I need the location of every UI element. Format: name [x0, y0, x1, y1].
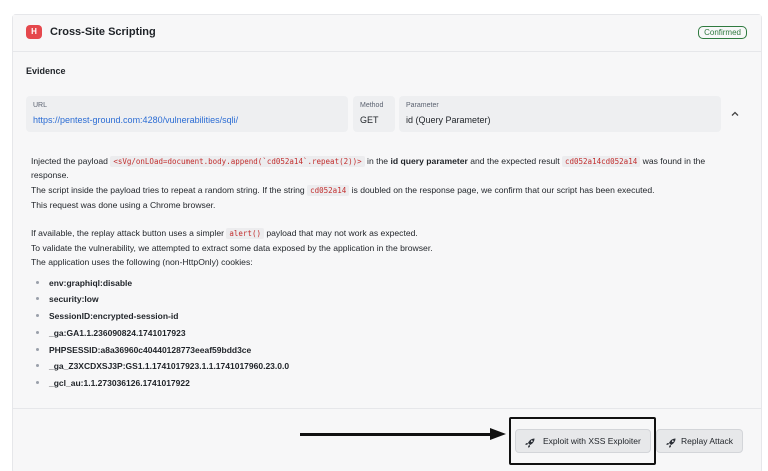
annotation-highlight-box: [509, 417, 656, 465]
method-label: Method: [360, 102, 384, 109]
cookie-item: _ga_Z3XCDXSJ3P:GS1.1.1741017923.1.1.1741…: [36, 361, 289, 371]
cookie-item: PHPSESSID:a8a36960c40440128773eeaf59bdd3…: [36, 345, 251, 355]
description-line-1: Injected the payload <sVg/onLOad=documen…: [31, 156, 706, 167]
bullet-icon: [36, 331, 39, 335]
annotation-arrow-head: [490, 428, 506, 440]
bullet-icon: [36, 281, 39, 285]
vulnerability-card: H Cross-Site Scripting Confirmed Evidenc…: [12, 14, 762, 471]
cookie-item: _gcl_au:1.1.273036126.1741017922: [36, 378, 190, 388]
url-label: URL: [33, 102, 48, 109]
parameter-label: Parameter: [406, 102, 439, 109]
bullet-icon: [36, 364, 39, 368]
cookie-item: env:graphiql:disable: [36, 278, 132, 288]
cookie-item: _ga:GA1.1.236090824.1741017923: [36, 328, 186, 338]
url-field: URL https://pentest-ground.com:4280/vuln…: [26, 96, 348, 132]
header-divider: [13, 51, 761, 52]
status-badge: Confirmed: [698, 26, 747, 39]
bullet-icon: [36, 381, 39, 385]
description-line-5: If available, the replay attack button u…: [31, 228, 418, 239]
cookie-item: security:low: [36, 294, 99, 304]
injection-point: id query parameter: [390, 156, 468, 166]
alert-code: alert(): [226, 228, 264, 239]
replay-attack-button[interactable]: Replay Attack: [656, 429, 743, 453]
vulnerability-header[interactable]: H Cross-Site Scripting Confirmed: [13, 15, 761, 51]
random-string-code: cd052a14: [307, 185, 350, 196]
bullet-icon: [36, 297, 39, 301]
chevron-up-icon[interactable]: [730, 109, 740, 119]
description-line-2: response.: [31, 170, 69, 180]
evidence-heading: Evidence: [26, 66, 66, 76]
method-field: Method GET: [353, 96, 395, 132]
description-line-3: The script inside the payload tries to r…: [31, 185, 655, 196]
expected-result-code: cd052a14cd052a14: [561, 156, 641, 167]
parameter-field: Parameter id (Query Parameter): [399, 96, 721, 132]
annotation-arrow: [300, 433, 493, 436]
replay-button-label: Replay Attack: [681, 436, 733, 446]
rocket-icon: [665, 435, 677, 448]
payload-code: <sVg/onLOad=document.body.append(`cd052a…: [110, 156, 365, 167]
parameter-value: id (Query Parameter): [406, 115, 491, 125]
vulnerability-title: Cross-Site Scripting: [50, 26, 156, 38]
description-line-6: To validate the vulnerability, we attemp…: [31, 243, 433, 253]
url-link[interactable]: https://pentest-ground.com:4280/vulnerab…: [33, 115, 238, 125]
description-line-7: The application uses the following (non-…: [31, 257, 253, 267]
method-value: GET: [360, 115, 379, 125]
severity-badge: H: [26, 25, 42, 39]
actions-divider: [13, 408, 761, 409]
cookie-item: SessionID:encrypted-session-id: [36, 311, 178, 321]
bullet-icon: [36, 348, 39, 352]
description-line-4: This request was done using a Chrome bro…: [31, 200, 216, 210]
bullet-icon: [36, 314, 39, 318]
